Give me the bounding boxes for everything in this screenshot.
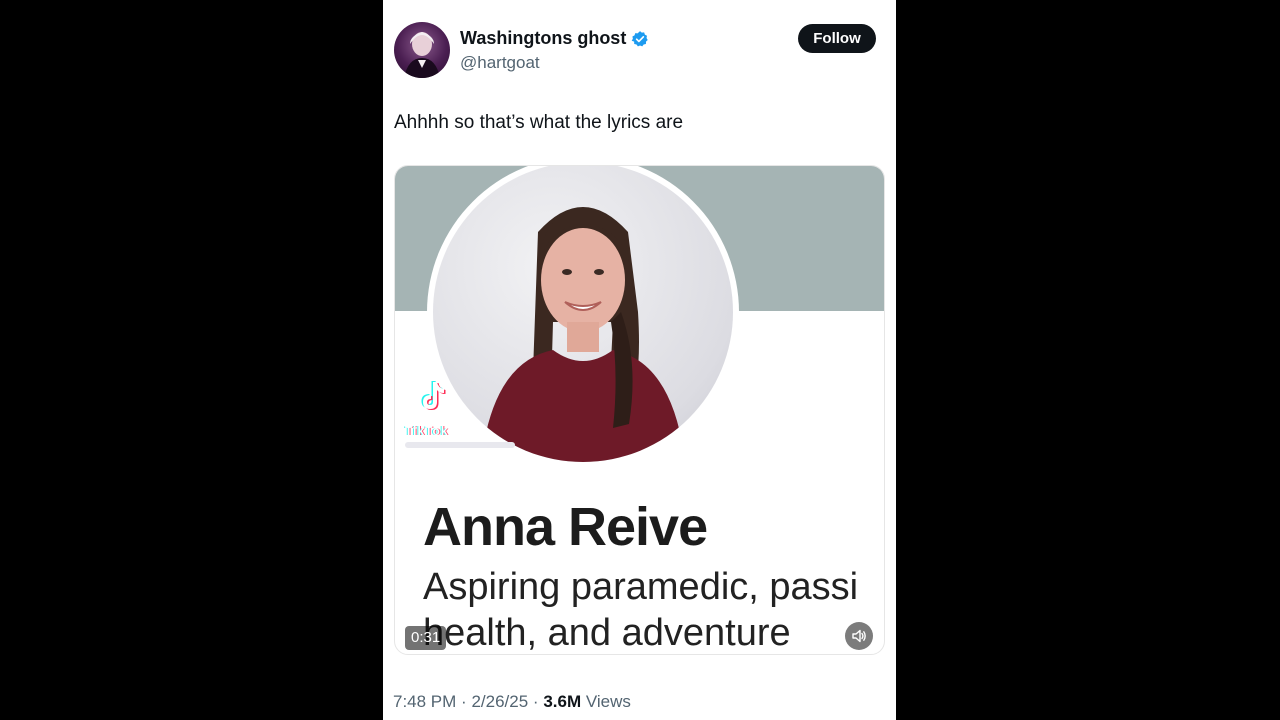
verified-badge-icon bbox=[632, 30, 649, 46]
tiktok-watermark: TikTok bbox=[405, 424, 449, 438]
views-count: 3.6M bbox=[543, 692, 582, 711]
profile-name: Anna Reive bbox=[423, 497, 708, 557]
profile-picture-frame bbox=[427, 166, 739, 468]
tweet-card: Washingtons ghost @hartgoat Follow Ahhhh… bbox=[383, 0, 896, 720]
video-player[interactable]: TikTok Anna Reive Aspiring paramedic, pa… bbox=[394, 165, 885, 655]
volume-icon bbox=[852, 629, 866, 643]
bio-line: Aspiring paramedic, passi bbox=[423, 566, 859, 608]
author-name-text[interactable]: Washingtons ghost bbox=[460, 28, 626, 49]
separator: · bbox=[532, 692, 539, 711]
tiktok-logo-icon bbox=[421, 381, 446, 410]
profile-bio: Aspiring paramedic, passi health, and ad… bbox=[423, 564, 859, 654]
profile-photo bbox=[433, 166, 733, 462]
video-duration: 0:31 bbox=[405, 626, 447, 650]
tweet-time[interactable]: 7:48 PM bbox=[393, 692, 456, 711]
author-display-name[interactable]: Washingtons ghost bbox=[460, 28, 649, 49]
tweet-date[interactable]: 2/26/25 bbox=[471, 692, 528, 711]
author-handle[interactable]: @hartgoat bbox=[460, 53, 540, 73]
volume-button[interactable] bbox=[845, 622, 873, 650]
separator: · bbox=[461, 692, 467, 711]
follow-button[interactable]: Follow bbox=[798, 24, 876, 53]
tweet-metadata: 7:48 PM · 2/26/25 · 3.6M Views bbox=[393, 692, 631, 712]
tweet-text: Ahhhh so that’s what the lyrics are bbox=[394, 112, 684, 133]
author-avatar[interactable] bbox=[394, 22, 450, 78]
bio-line: health, and adventure bbox=[423, 612, 791, 654]
tiktok-handle-watermark bbox=[405, 442, 515, 448]
views-label: Views bbox=[585, 692, 631, 711]
